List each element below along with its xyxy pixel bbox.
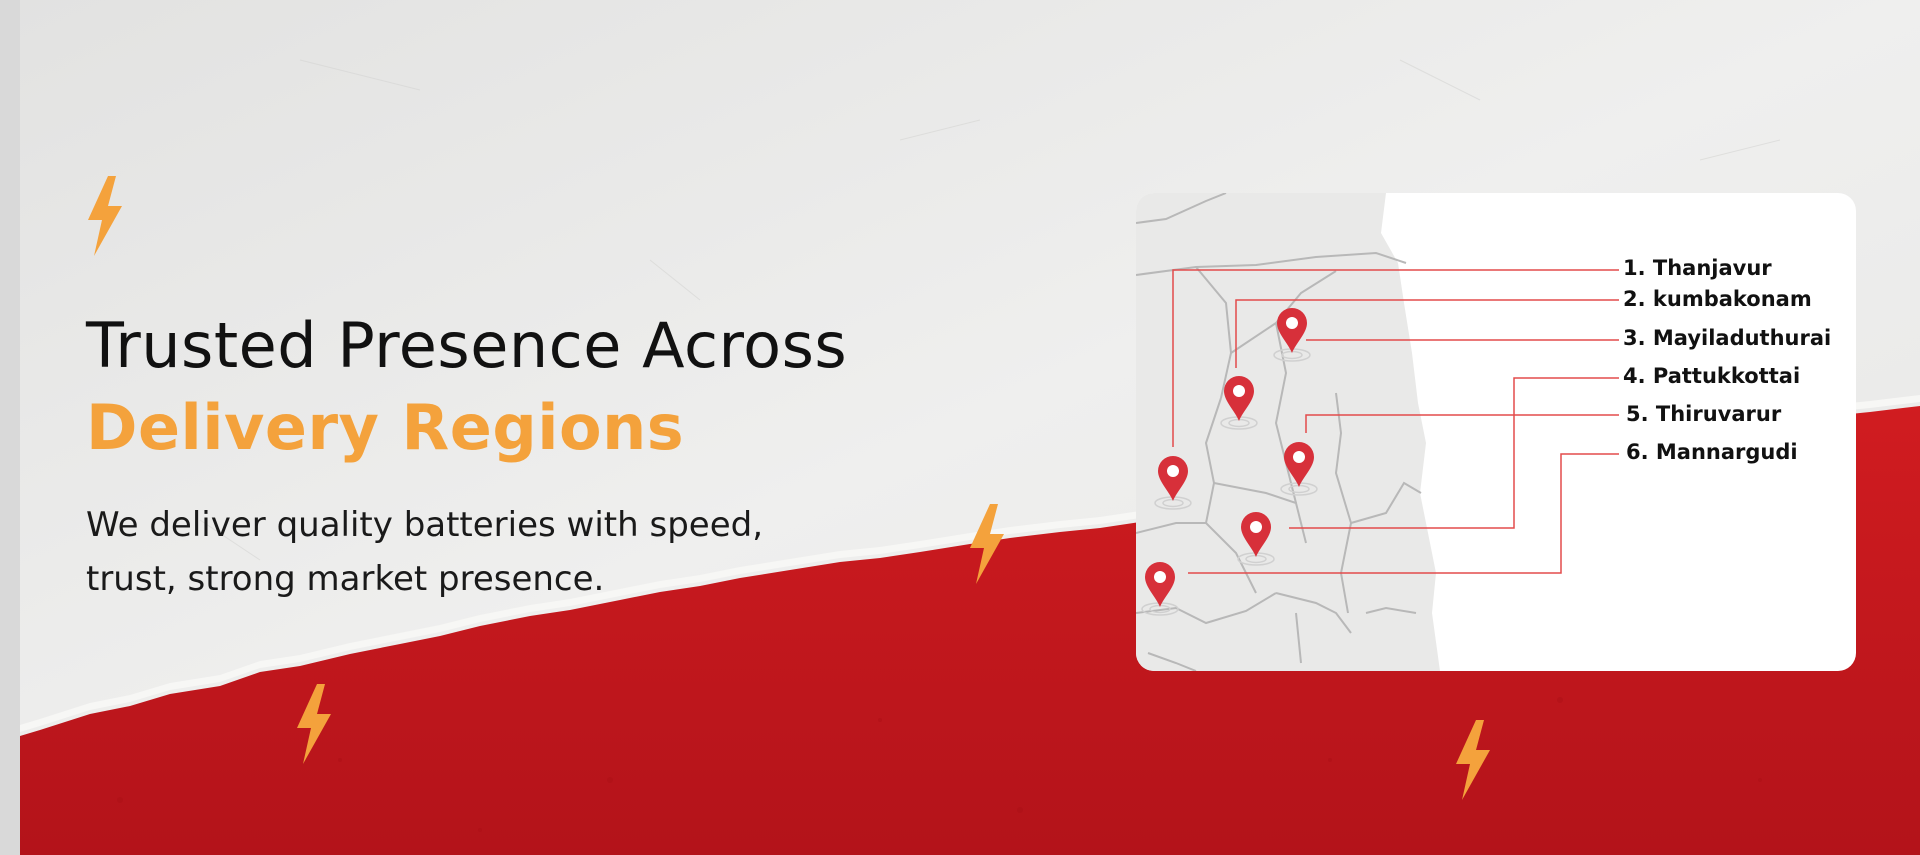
section-title: Trusted Presence Across Delivery Regions [86,305,847,469]
description-line-1: We deliver quality batteries with speed, [86,505,764,545]
region-item: 1. Thanjavur [1623,256,1772,280]
lightning-bolt-icon [88,176,122,256]
delivery-map-card: 1. Thanjavur 2. kumbakonam 3. Mayiladuth… [1136,193,1856,671]
region-item: 4. Pattukkottai [1623,364,1801,388]
region-list: 1. Thanjavur 2. kumbakonam 3. Mayiladuth… [1136,193,1856,671]
region-item: 6. Mannargudi [1626,440,1798,464]
title-line-highlight: Delivery Regions [86,391,685,464]
description-line-2: trust, strong market presence. [86,559,605,599]
region-item: 5. Thiruvarur [1626,402,1782,426]
lightning-bolt-icon [297,684,331,764]
section-description: We deliver quality batteries with speed,… [86,498,846,606]
region-item: 2. kumbakonam [1623,287,1812,311]
title-line-primary: Trusted Presence Across [86,309,848,382]
lightning-bolt-icon [1456,720,1490,800]
region-item: 3. Mayiladuthurai [1623,326,1832,350]
lightning-bolt-icon [970,504,1004,584]
left-edge-strip [0,0,20,855]
